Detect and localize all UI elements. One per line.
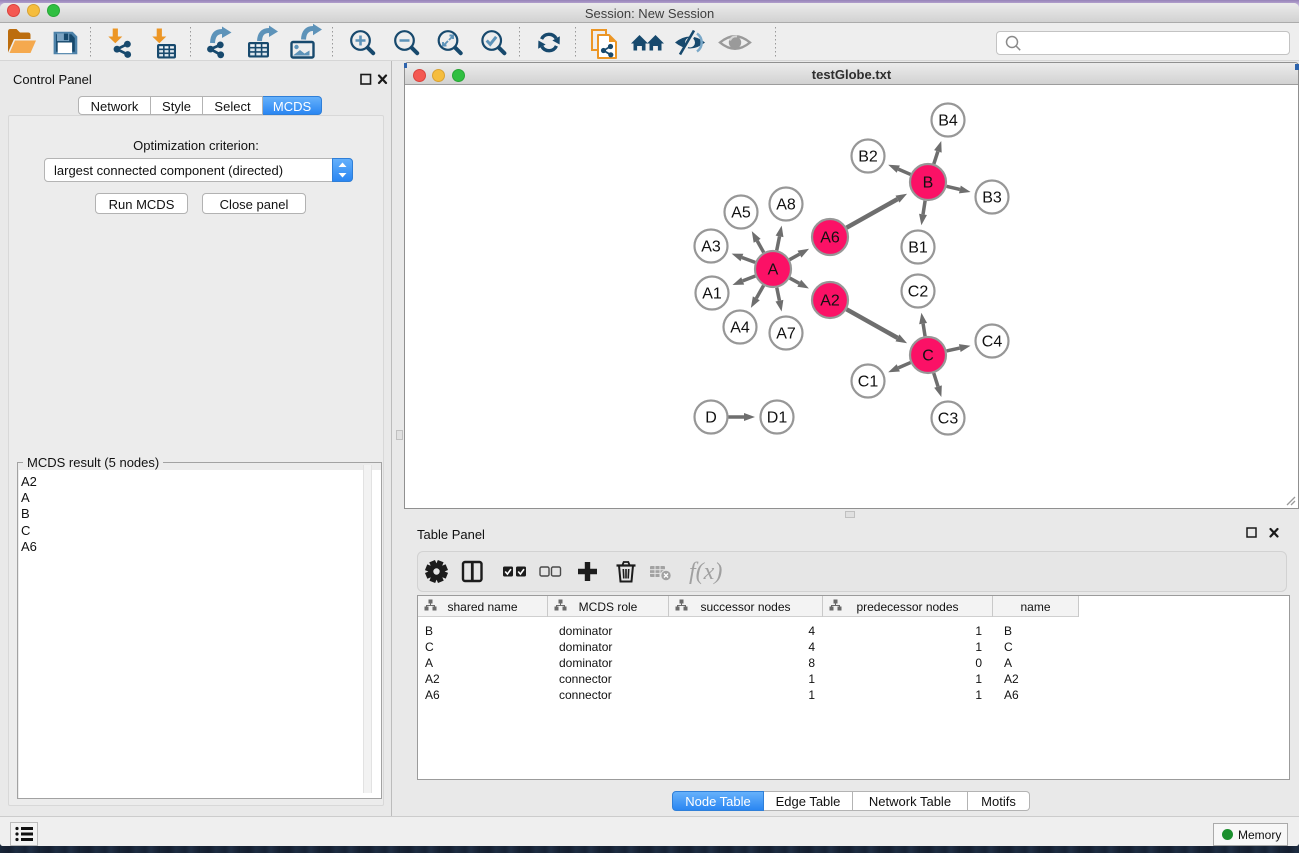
svg-text:C1: C1	[857, 374, 878, 391]
svg-text:f(x): f(x)	[689, 559, 722, 585]
svg-text:B1: B1	[908, 240, 928, 257]
svg-text:A7: A7	[776, 326, 796, 343]
svg-text:C3: C3	[937, 411, 958, 428]
svg-text:B: B	[922, 175, 933, 192]
svg-text:A: A	[767, 262, 778, 279]
svg-text:B3: B3	[982, 190, 1002, 207]
svg-text:D1: D1	[766, 410, 787, 427]
svg-text:A4: A4	[730, 320, 750, 337]
svg-text:A6: A6	[820, 230, 840, 247]
svg-text:D: D	[705, 410, 717, 427]
svg-text:A1: A1	[702, 286, 722, 303]
svg-text:B2: B2	[858, 149, 878, 166]
svg-text:C2: C2	[907, 284, 928, 301]
svg-text:A8: A8	[776, 197, 796, 214]
svg-text:C: C	[922, 348, 934, 365]
svg-text:C4: C4	[981, 334, 1002, 351]
svg-text:A5: A5	[731, 205, 751, 222]
svg-text:B4: B4	[938, 113, 958, 130]
svg-text:A2: A2	[820, 293, 840, 310]
svg-text:A3: A3	[701, 239, 721, 256]
